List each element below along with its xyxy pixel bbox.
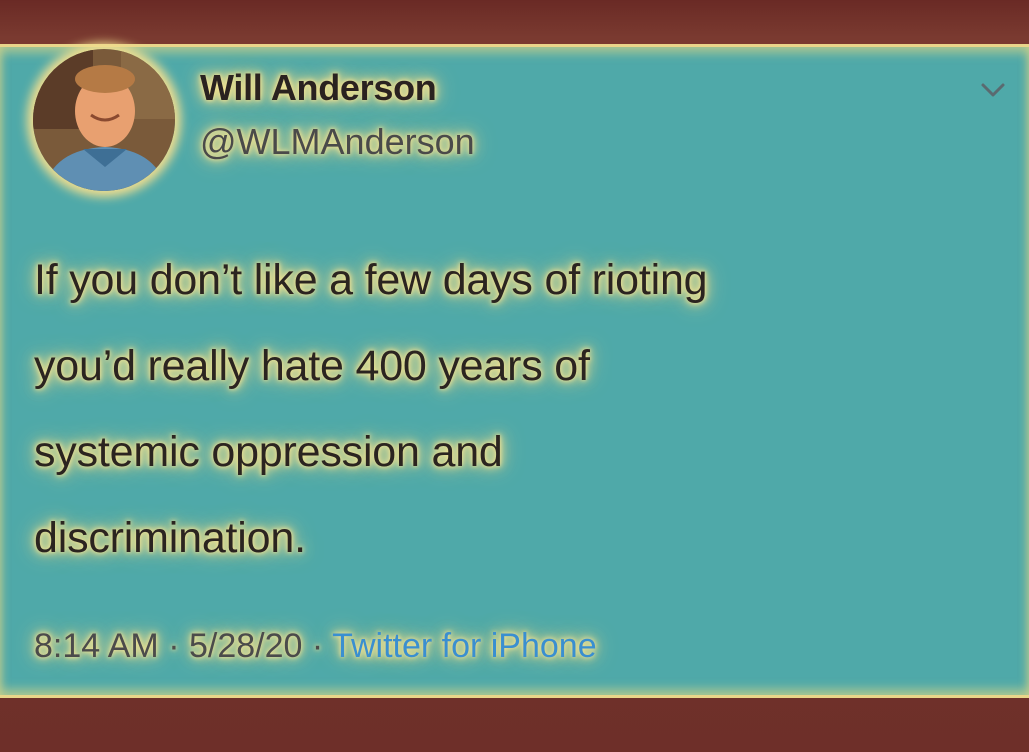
- tweet-text-line: discrimination.: [34, 514, 306, 562]
- tweet-card: Will Anderson @WLMAnderson If you don’t …: [0, 44, 1029, 698]
- meta-separator: ·: [311, 627, 324, 665]
- tweet-text-line: you’d really hate 400 years of: [34, 342, 590, 390]
- tweet-text-line: systemic oppression and: [34, 428, 503, 476]
- author-name[interactable]: Will Anderson: [200, 67, 437, 109]
- author-handle[interactable]: @WLMAnderson: [200, 121, 475, 163]
- chevron-down-icon[interactable]: [978, 75, 1008, 105]
- avatar-photo-icon: [33, 49, 175, 191]
- tweet-source-link[interactable]: Twitter for iPhone: [332, 627, 597, 665]
- meta-separator: ·: [168, 627, 180, 665]
- avatar[interactable]: [33, 49, 175, 191]
- tweet-date[interactable]: 5/28/20: [189, 627, 302, 665]
- tweet-time[interactable]: 8:14 AM: [34, 627, 159, 665]
- tweet-text: If you don’t like a few days of rioting …: [34, 237, 994, 581]
- image-frame: Will Anderson @WLMAnderson If you don’t …: [0, 0, 1029, 752]
- tweet-meta: 8:14 AM · 5/28/20 · Twitter for iPhone: [34, 627, 597, 666]
- tweet-text-line: If you don’t like a few days of rioting: [34, 256, 708, 304]
